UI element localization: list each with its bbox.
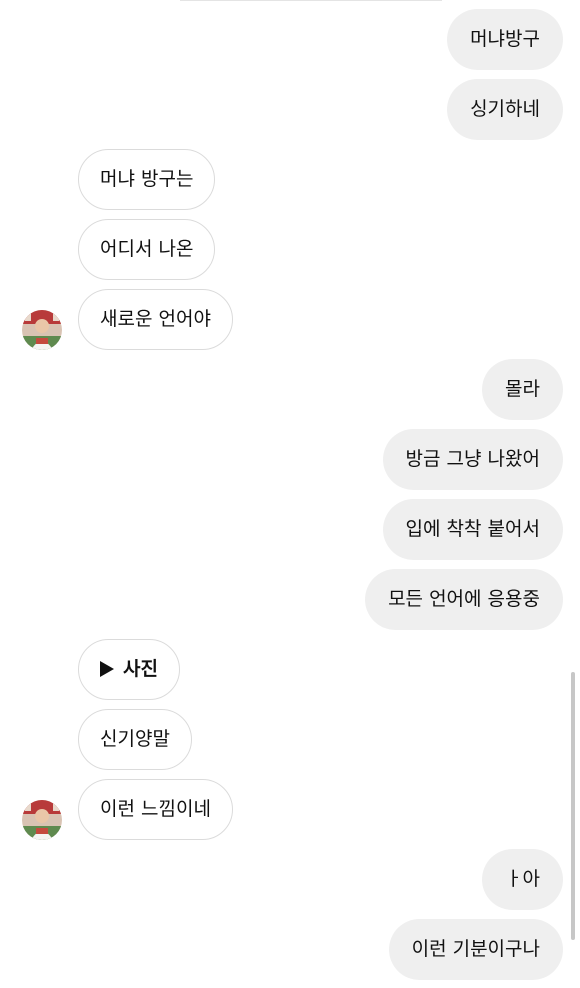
message-bubble-received[interactable]: 새로운 언어야 bbox=[78, 289, 233, 350]
media-message-photo[interactable]: 사진 bbox=[78, 639, 180, 700]
message-bubble-sent[interactable]: 싱기하네 bbox=[447, 79, 563, 140]
message-bubble-sent[interactable]: 방금 그냥 나왔어 bbox=[382, 429, 563, 490]
message-bubble-received[interactable]: 머냐 방구는 bbox=[78, 149, 216, 210]
top-divider bbox=[180, 0, 442, 1]
scrollbar[interactable] bbox=[571, 672, 575, 940]
message-bubble-received[interactable]: 어디서 나온 bbox=[78, 219, 216, 280]
avatar[interactable] bbox=[22, 310, 62, 350]
avatar[interactable] bbox=[22, 800, 62, 840]
message-bubble-received[interactable]: 이런 느낌이네 bbox=[78, 779, 233, 840]
message-bubble-sent[interactable]: ㅏ아 bbox=[482, 849, 563, 910]
message-bubble-sent[interactable]: 이런 기분이구나 bbox=[388, 919, 563, 980]
message-bubble-received[interactable]: 신기양말 bbox=[78, 709, 192, 770]
avatar-photo-icon bbox=[22, 310, 62, 350]
message-bubble-sent[interactable]: 몰라 bbox=[482, 359, 563, 420]
media-label: 사진 bbox=[123, 658, 158, 680]
play-icon bbox=[100, 661, 114, 677]
message-bubble-sent[interactable]: 모든 언어에 응용중 bbox=[365, 569, 563, 630]
message-bubble-sent[interactable]: 머냐방구 bbox=[447, 9, 563, 70]
message-bubble-sent[interactable]: 입에 착착 붙어서 bbox=[382, 499, 563, 560]
avatar-photo-icon bbox=[22, 800, 62, 840]
